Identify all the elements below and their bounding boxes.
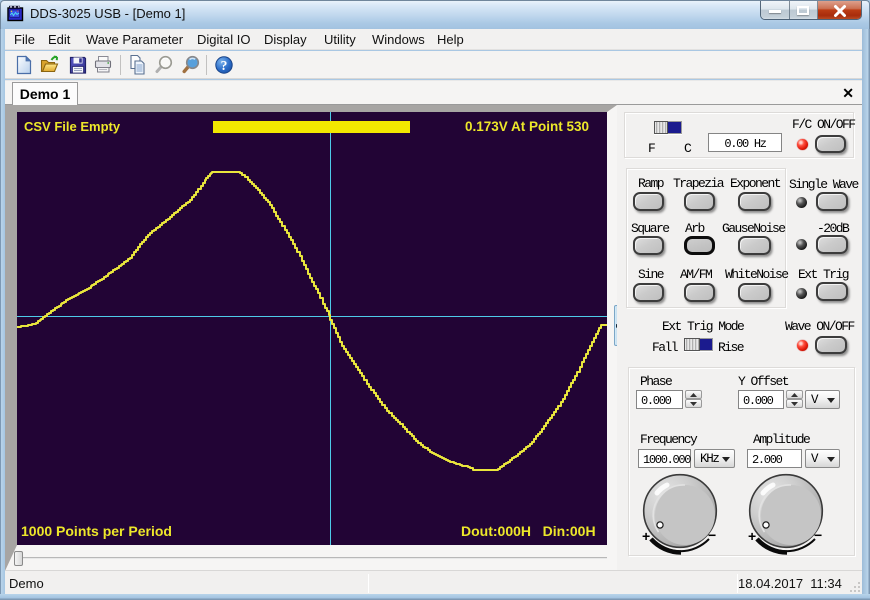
svg-text:?: ? bbox=[221, 58, 228, 73]
svg-text:+: + bbox=[642, 528, 650, 544]
svg-text:−: − bbox=[708, 527, 716, 543]
svg-text:−: − bbox=[814, 527, 822, 543]
svg-text:+: + bbox=[748, 528, 756, 544]
svg-text:0.173V At Point 530: 0.173V At Point 530 bbox=[465, 119, 589, 134]
svg-text:CSV File Empty: CSV File Empty bbox=[24, 119, 121, 134]
svg-text:Dout:000H Din:00H: Dout:000H Din:00H bbox=[461, 523, 596, 539]
svg-text:1000 Points per Period: 1000 Points per Period bbox=[21, 523, 172, 539]
